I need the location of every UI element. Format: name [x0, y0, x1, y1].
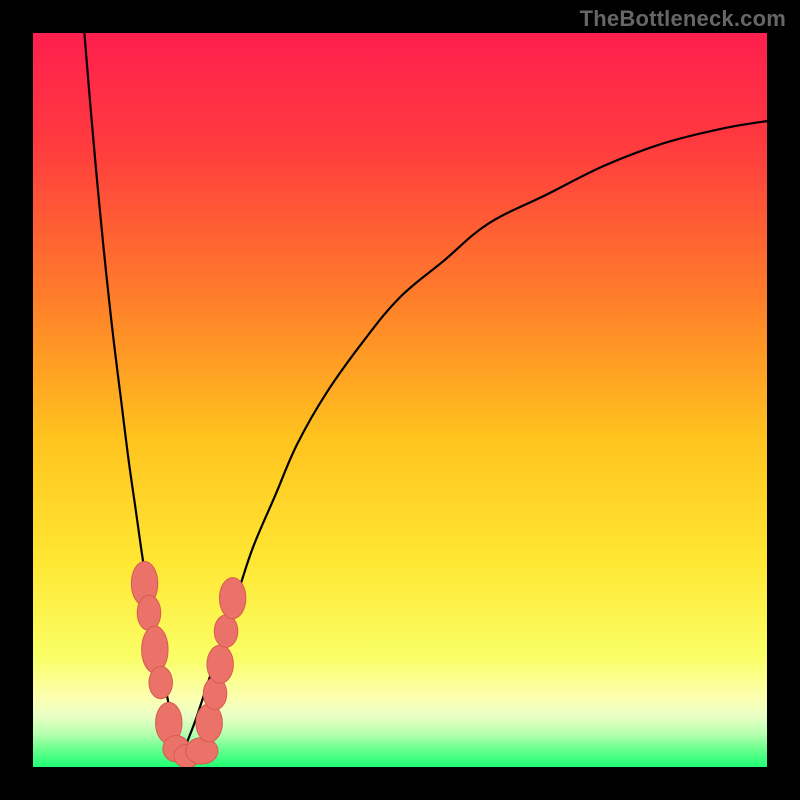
- data-dot: [214, 615, 237, 647]
- data-dot: [149, 666, 172, 698]
- data-dot: [142, 626, 168, 673]
- data-dot: [219, 578, 245, 619]
- data-dot: [137, 595, 160, 630]
- data-dot: [207, 645, 233, 683]
- plot-area: [33, 33, 767, 767]
- chart-frame: TheBottleneck.com: [0, 0, 800, 800]
- curve-layer: [33, 33, 767, 767]
- watermark-text: TheBottleneck.com: [580, 6, 786, 32]
- curve-right-branch: [180, 121, 767, 760]
